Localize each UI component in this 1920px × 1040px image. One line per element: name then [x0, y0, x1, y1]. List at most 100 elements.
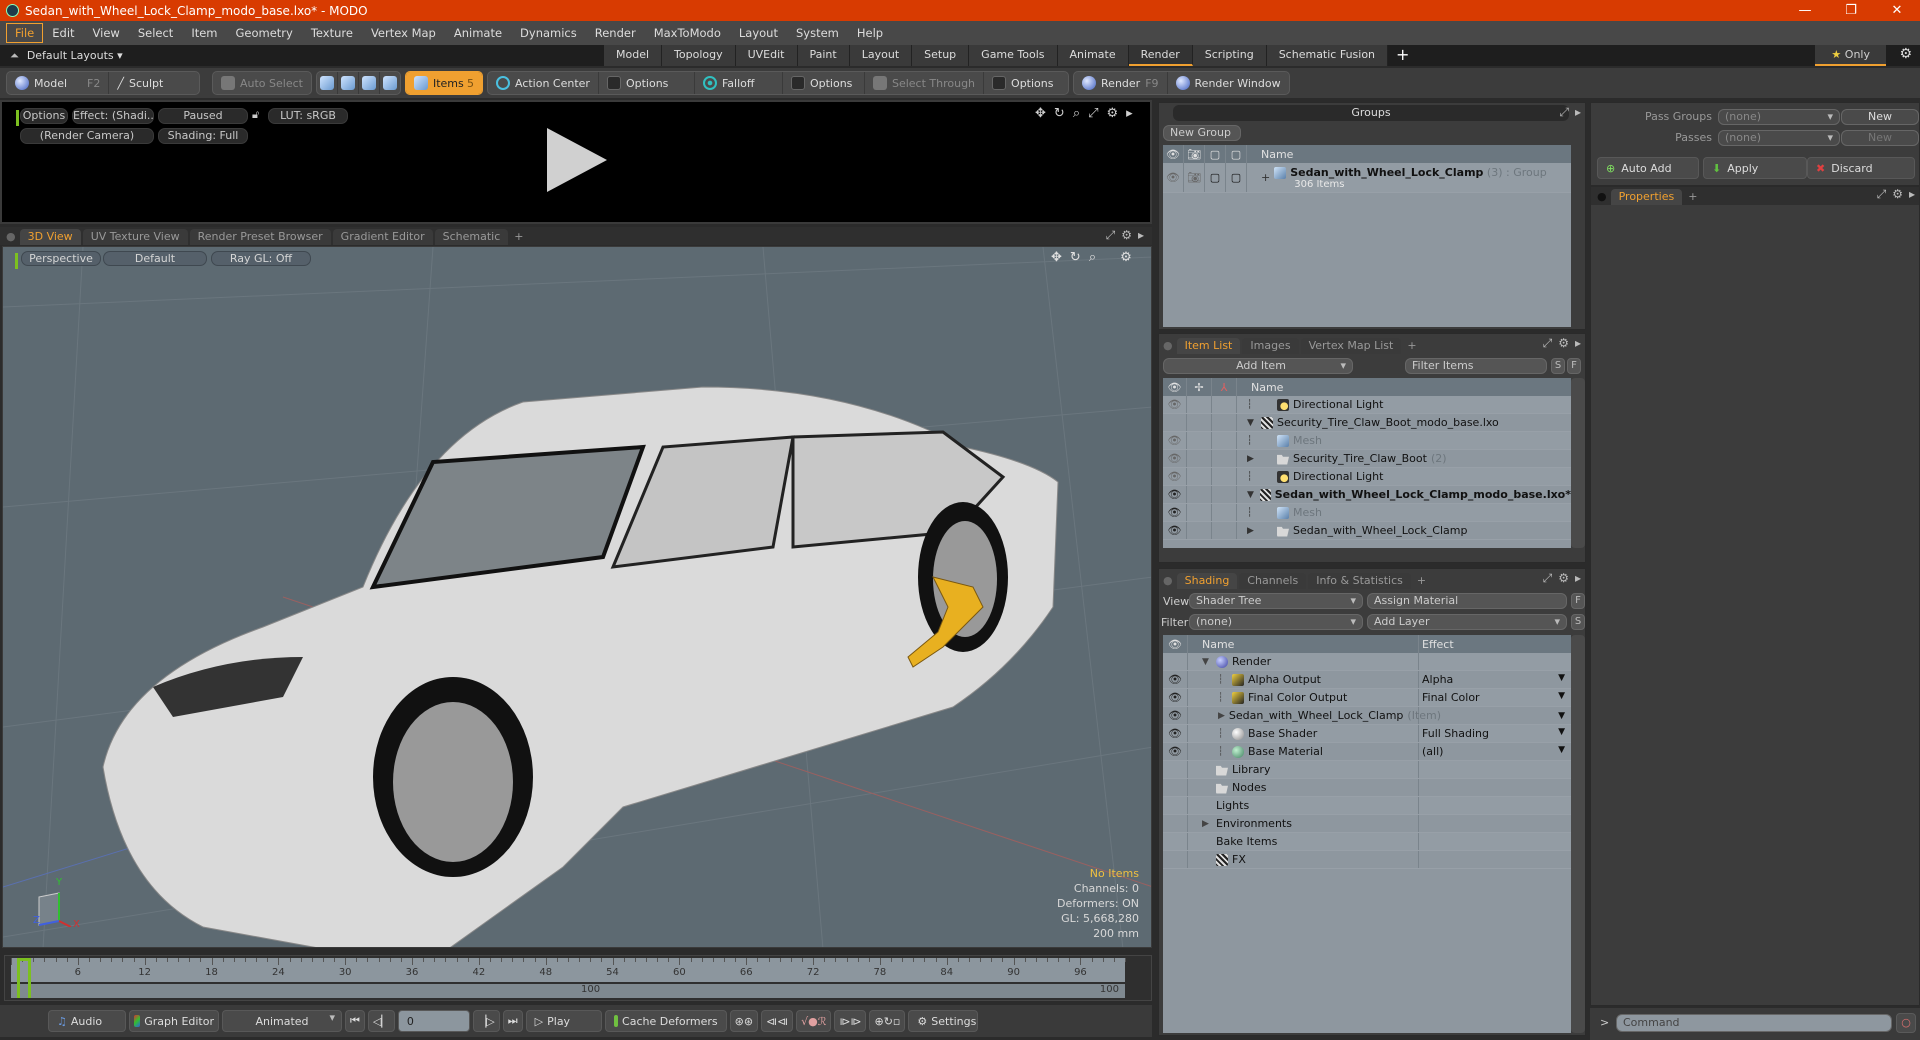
new-pass-group-button[interactable]: New	[1841, 109, 1919, 125]
visibility-toggle[interactable]: 👁︎	[1163, 486, 1187, 503]
maximize-button[interactable]: ❐	[1828, 0, 1874, 21]
menu-item[interactable]: Item	[182, 23, 226, 43]
gear-icon[interactable]: ⚙	[1899, 46, 1912, 62]
panel-menu-arrow-icon[interactable]: ▸	[1575, 571, 1581, 586]
assign-material-button[interactable]: Assign Material	[1367, 593, 1567, 609]
maximize-icon[interactable]: ⤢	[1088, 106, 1098, 121]
shader-tree-row[interactable]: Bake Items	[1163, 833, 1571, 851]
menu-system[interactable]: System	[787, 23, 848, 43]
command-input[interactable]: Command	[1616, 1014, 1892, 1032]
visibility-column-icon[interactable]: 👁︎	[1163, 145, 1184, 163]
visibility-toggle[interactable]	[1163, 653, 1188, 670]
panel-menu-arrow-icon[interactable]: ▸	[1138, 228, 1144, 243]
timeline-range-bar[interactable]: 100 100	[11, 984, 1125, 998]
tab-3d-view[interactable]: 3D View	[19, 229, 81, 245]
panel-menu-arrow-icon[interactable]: ▸	[1126, 106, 1133, 121]
shader-tree-row[interactable]: Lights	[1163, 797, 1571, 815]
set-key-buttons[interactable]: √●ℛ	[796, 1010, 832, 1032]
menu-maxtomodo[interactable]: MaxToModo	[645, 23, 730, 43]
maximize-icon[interactable]: ⤢	[1106, 228, 1116, 243]
sculpt-mode-button[interactable]: ╱ Sculpt	[109, 72, 171, 94]
effect-cell[interactable]: Full Shading ▼	[1419, 727, 1571, 740]
shading-s-button[interactable]: S	[1571, 614, 1585, 630]
layout-tab-uvedit[interactable]: UVEdit	[735, 45, 798, 66]
filter-s-button[interactable]: S	[1551, 358, 1565, 374]
item-list-row[interactable]: 👁︎ ┆ Directional Light	[1163, 396, 1571, 414]
item-list-row[interactable]: 👁︎ ┆ Mesh	[1163, 432, 1571, 450]
visibility-column-icon[interactable]: 👁︎	[1163, 378, 1187, 396]
select-column-icon[interactable]: ▢	[1226, 145, 1247, 163]
item-list-row[interactable]: 👁︎ ▼ Sedan_with_Wheel_Lock_Clamp_modo_base…	[1163, 486, 1571, 504]
passes-dropdown[interactable]: (none)	[1718, 130, 1840, 146]
ray-gl-toggle[interactable]: Ray GL: Off	[211, 251, 311, 266]
sedan-model[interactable]	[102, 386, 1059, 948]
gear-icon[interactable]: ⚙	[1892, 187, 1903, 202]
expand-arrow-icon[interactable]: ▶	[1247, 526, 1277, 536]
select-toggle[interactable]: ▢	[1226, 163, 1247, 192]
collapse-arrow-icon[interactable]: ⏶	[10, 49, 19, 63]
visibility-toggle[interactable]: 👁︎	[1163, 163, 1184, 192]
shading-style-dropdown[interactable]: Default	[103, 251, 207, 266]
pan-icon[interactable]: ✥	[1051, 250, 1062, 265]
visibility-column-icon[interactable]: 👁︎	[1163, 635, 1188, 653]
zoom-icon[interactable]: ⌕	[1089, 250, 1096, 265]
select-polygons-button[interactable]	[359, 72, 380, 94]
previous-key-button[interactable]: ◁▏	[367, 1010, 395, 1032]
tab-images[interactable]: Images	[1242, 338, 1299, 354]
layout-tab-render[interactable]: Render	[1128, 45, 1193, 66]
timeline[interactable]: 6 12 18 24 30 36 42 48 54 60 66 72 78 84 90 96 100 100	[4, 955, 1152, 1001]
expand-icon[interactable]: +	[1261, 171, 1270, 184]
add-viewport-tab-button[interactable]: +	[510, 229, 527, 245]
audio-button[interactable]: ♫ Audio	[48, 1010, 126, 1032]
effect-cell[interactable]: (all) ▼	[1419, 745, 1571, 758]
tab-gradient-editor[interactable]: Gradient Editor	[332, 229, 433, 245]
visibility-toggle[interactable]: 👁︎	[1163, 707, 1188, 724]
effect-cell[interactable]: Final Color ▼	[1419, 691, 1571, 704]
render-button[interactable]: Render F9	[1074, 72, 1168, 94]
next-key-button[interactable]: ▕▷	[472, 1010, 500, 1032]
effect-dropdown-arrow-icon[interactable]: ▼	[1558, 711, 1565, 721]
pass-groups-dropdown[interactable]: (none)	[1718, 109, 1840, 125]
effect-dropdown-arrow-icon[interactable]: ▼	[1558, 745, 1565, 758]
effect-dropdown-arrow-icon[interactable]: ▼	[1558, 691, 1565, 704]
panel-menu-arrow-icon[interactable]: ▸	[1909, 187, 1915, 202]
collapse-arrow-icon[interactable]: ▼	[1247, 418, 1261, 428]
filter-items-input[interactable]: Filter Items	[1405, 358, 1547, 374]
visibility-toggle[interactable]: 👁︎	[1163, 450, 1187, 467]
shader-tree-row[interactable]: Nodes	[1163, 779, 1571, 797]
key-tools-button[interactable]: ⊛⊛	[729, 1010, 759, 1032]
select-through-options-button[interactable]: Options	[984, 72, 1068, 94]
falloff-options-button[interactable]: Options	[783, 72, 865, 94]
discard-button[interactable]: ✖ Discard	[1807, 157, 1915, 179]
group-row[interactable]: 👁︎ 📷︎ ▢ ▢ + Sedan_with_Wheel_Lock_Clamp …	[1163, 163, 1571, 193]
visibility-toggle[interactable]	[1163, 815, 1188, 832]
graph-editor-button[interactable]: Graph Editor	[129, 1010, 219, 1032]
rotate-icon[interactable]: ↻	[1070, 250, 1081, 265]
go-to-end-button[interactable]: ⏭	[502, 1010, 523, 1032]
tab-shading[interactable]: Shading	[1176, 573, 1238, 589]
filter-dropdown[interactable]: (none)	[1189, 614, 1363, 630]
collapse-arrow-icon[interactable]: ▼	[1202, 657, 1216, 667]
tab-uv-texture-view[interactable]: UV Texture View	[82, 229, 188, 245]
select-vertices-button[interactable]	[317, 72, 338, 94]
shader-tree-row[interactable]: ▼ Render	[1163, 653, 1571, 671]
visibility-toggle[interactable]	[1163, 851, 1188, 868]
layout-tab-paint[interactable]: Paint	[797, 45, 850, 66]
gear-icon[interactable]: ⚙	[1558, 336, 1569, 351]
shading-dropdown[interactable]: Shading: Full	[158, 128, 248, 144]
play-button[interactable]: ▷ Play	[525, 1010, 602, 1032]
menu-render[interactable]: Render	[586, 23, 645, 43]
items-mode-button[interactable]: Items 5	[405, 72, 482, 94]
render-toggle[interactable]: 📷︎	[1184, 163, 1205, 192]
animated-dropdown[interactable]: Animated	[222, 1010, 342, 1032]
visibility-toggle[interactable]	[1163, 779, 1188, 796]
item-list-row[interactable]: 👁︎ ┆ Mesh	[1163, 504, 1571, 522]
layout-tab-model[interactable]: Model	[604, 45, 663, 66]
menu-view[interactable]: View	[84, 23, 129, 43]
select-edges-button[interactable]	[338, 72, 359, 94]
prev-keyframe-buttons[interactable]: ⧏⧏	[761, 1010, 794, 1032]
lock-toggle[interactable]: ▢	[1205, 163, 1226, 192]
visibility-toggle[interactable]	[1163, 797, 1188, 814]
render-camera-dropdown[interactable]: (Render Camera)	[20, 128, 154, 144]
render-column-icon[interactable]: 📷︎	[1184, 145, 1205, 163]
